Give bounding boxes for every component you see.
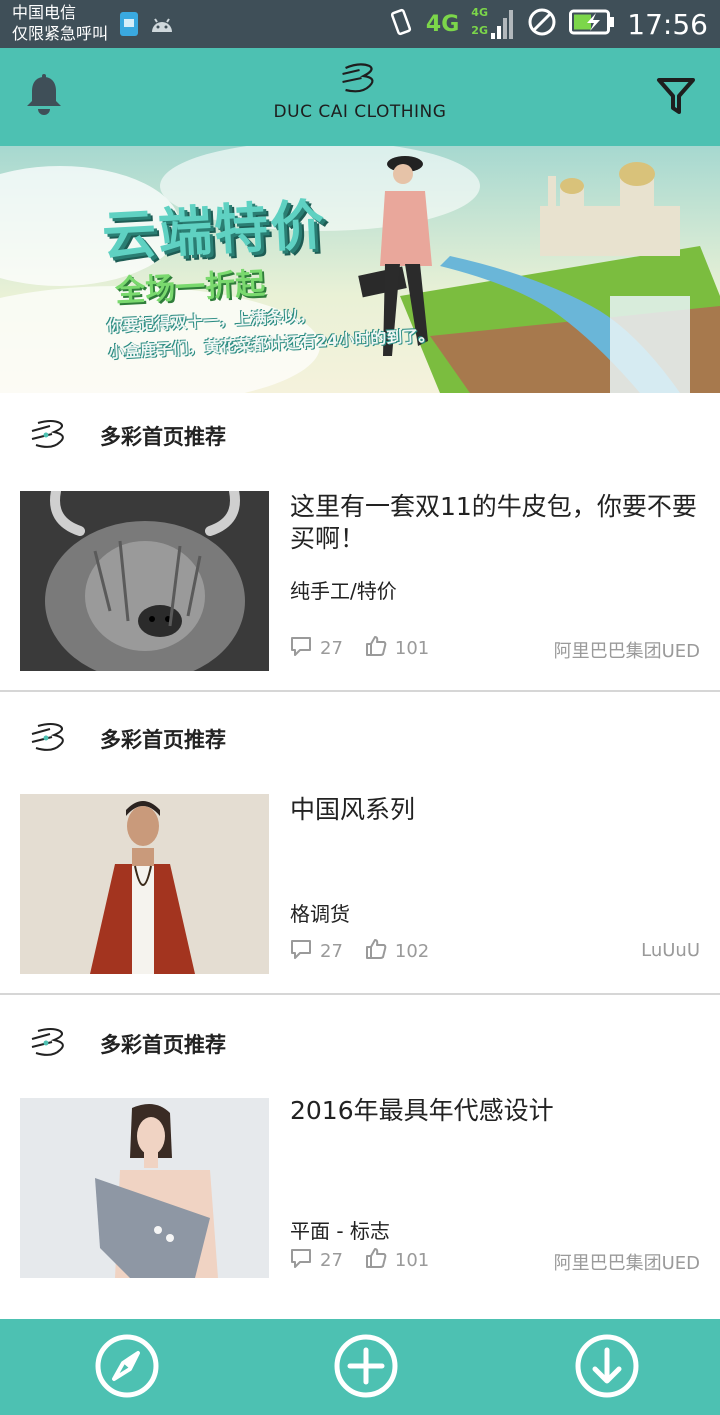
post-thumbnail[interactable] (20, 491, 269, 671)
like-icon[interactable] (365, 635, 387, 662)
section-title: 多彩首页推荐 (100, 425, 226, 449)
section-title: 多彩首页推荐 (100, 728, 226, 752)
post-author[interactable]: 阿里巴巴集团UED (554, 1249, 700, 1275)
status-bar: 中国电信 仅限紧急呼叫 4G 4G 2G 17:56 (0, 0, 720, 48)
feed-card[interactable]: 多彩首页推荐 2016年最具年代感设计 平面 - 标志 27 101 阿里巴巴集… (0, 1001, 720, 1301)
banner-text: 云端特价 全场一折起 你要记得双十一，上满条以， 小盒鹿子们，黄花菜都计还有24… (100, 175, 435, 363)
card-header: 多彩首页推荐 (0, 1001, 720, 1085)
status-icons: 4G 4G 2G 17:56 (388, 0, 708, 48)
feed-card[interactable]: 多彩首页推荐 这里有一套双11的牛皮包，你要不要买啊！ 纯手工/特价 27 10… (0, 393, 720, 693)
vibrate-icon (388, 7, 414, 41)
post-title[interactable]: 2016年最具年代感设计 (290, 1095, 705, 1127)
like-count: 101 (394, 637, 430, 659)
app-bar: DUC CAI CLOTHING (0, 48, 720, 146)
post-title[interactable]: 中国风系列 (290, 794, 705, 826)
brand-name: DUC CAI CLOTHING (273, 102, 447, 122)
post-thumbnail[interactable] (20, 1098, 269, 1278)
add-icon[interactable] (333, 1333, 399, 1399)
filter-icon[interactable] (656, 76, 696, 120)
post-tag: 平面 - 标志 (290, 1219, 390, 1243)
post-title[interactable]: 这里有一套双11的牛皮包，你要不要买啊！ (290, 491, 705, 555)
network-small-bottom: 2G (471, 24, 488, 37)
bell-icon[interactable] (24, 74, 64, 120)
comment-count: 27 (320, 637, 343, 659)
like-count: 101 (394, 1249, 430, 1271)
post-stats: 27 102 (290, 938, 451, 964)
like-count: 102 (394, 940, 430, 962)
clock: 17:56 (627, 7, 708, 41)
brand-mark-icon (30, 417, 70, 457)
divider (0, 993, 720, 995)
network-type: 4G (425, 11, 460, 37)
promo-banner[interactable]: 云端特价 全场一折起 你要记得双十一，上满条以， 小盒鹿子们，黄花菜都计还有24… (0, 146, 720, 393)
bottom-nav (0, 1319, 720, 1415)
post-author[interactable]: LuUuU (641, 940, 700, 961)
brand-mark-icon (30, 1025, 70, 1065)
comment-icon[interactable] (290, 1247, 312, 1274)
like-icon[interactable] (365, 1247, 387, 1274)
comment-icon[interactable] (290, 635, 312, 662)
post-stats: 27 101 (290, 635, 451, 661)
download-icon[interactable] (574, 1333, 640, 1399)
signal-icon: 4G 2G (471, 4, 515, 44)
divider (0, 690, 720, 692)
compass-icon[interactable] (94, 1333, 160, 1399)
brand-mark-icon (342, 63, 374, 93)
network-small-top: 4G (471, 6, 488, 19)
comment-count: 27 (320, 1249, 343, 1271)
post-thumbnail[interactable] (20, 794, 269, 974)
carrier-name: 中国电信 (12, 3, 77, 22)
feed-card[interactable]: 多彩首页推荐 中国风系列 格调货 27 102 LuUuU (0, 696, 720, 996)
battery-icon (569, 9, 615, 39)
brand-mark-icon (30, 720, 70, 760)
carrier-info: 中国电信 仅限紧急呼叫 (12, 2, 108, 44)
card-header: 多彩首页推荐 (0, 696, 720, 780)
post-stats: 27 101 (290, 1247, 451, 1273)
section-title: 多彩首页推荐 (100, 1033, 226, 1057)
like-icon[interactable] (365, 938, 387, 965)
comment-icon[interactable] (290, 938, 312, 965)
comment-count: 27 (320, 940, 343, 962)
carrier-status: 仅限紧急呼叫 (12, 24, 109, 43)
post-tag: 格调货 (290, 902, 350, 926)
card-header: 多彩首页推荐 (0, 393, 720, 477)
android-icon (148, 10, 176, 40)
no-sim-icon (527, 7, 557, 41)
brand-logo: DUC CAI CLOTHING (274, 60, 447, 122)
sim-notification-icon (116, 10, 142, 42)
post-author[interactable]: 阿里巴巴集团UED (554, 637, 700, 663)
post-tag: 纯手工/特价 (290, 579, 397, 603)
